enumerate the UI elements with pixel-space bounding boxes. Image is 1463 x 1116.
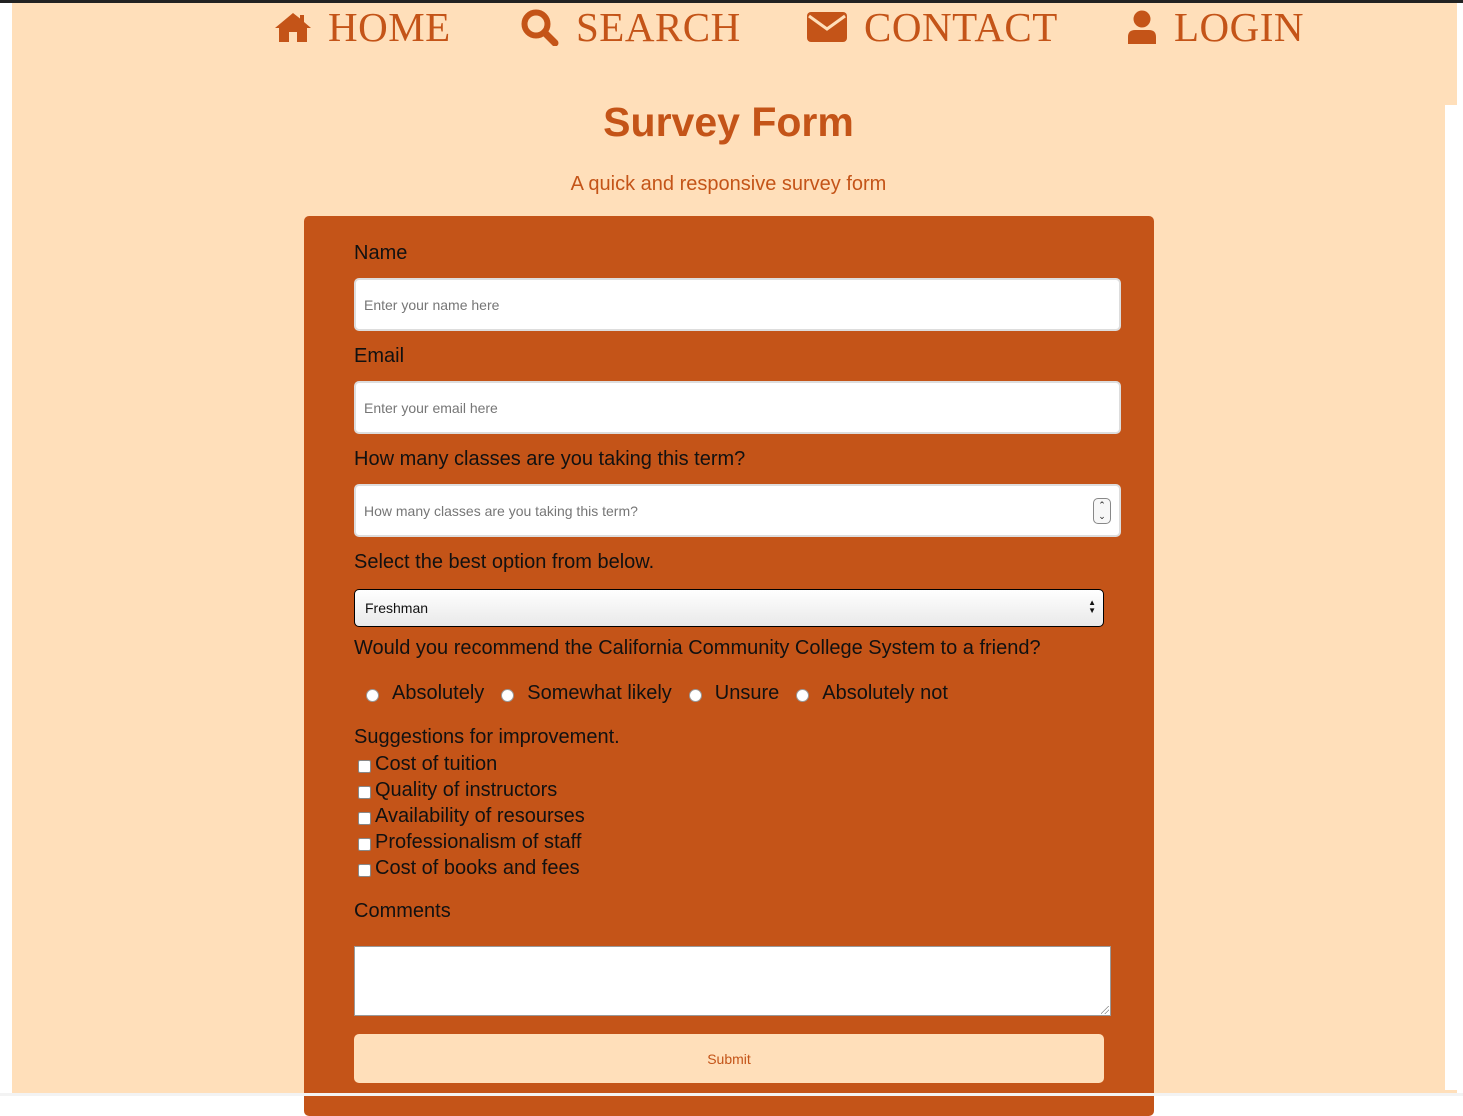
radio-label-absolutely: Absolutely [392,681,485,704]
classes-label: How many classes are you taking this ter… [354,448,746,470]
check-item: Cost of tuition [358,751,585,777]
check-label: Cost of tuition [375,752,498,775]
recommend-radio-group: Absolutely Somewhat likely Unsure Absolu… [366,681,948,705]
select-value: Freshman [365,600,429,616]
radio-label-absolutely-not: Absolutely not [822,681,948,704]
number-stepper[interactable]: ⌃ ⌄ [1093,498,1111,524]
nav-contact-link[interactable]: CONTACT [806,4,1058,50]
check-item: Quality of instructors [358,777,585,803]
search-icon [521,9,559,46]
checkbox-availability-of-resources[interactable] [358,811,371,825]
check-item: Availability of resourses [358,803,585,829]
radio-unsure[interactable] [688,688,702,702]
radio-label-unsure: Unsure [714,681,780,704]
page-subtitle: A quick and responsive survey form [570,173,887,195]
nav-search-label: SEARCH [576,4,741,50]
stepper-up-icon[interactable]: ⌃ [1098,500,1106,511]
check-label: Professionalism of staff [375,830,582,853]
resize-grip-icon[interactable] [1101,1006,1109,1014]
checkbox-professionalism-of-staff[interactable] [358,837,371,851]
home-icon [275,13,311,42]
suggestions-checkbox-group: Cost of tuition Quality of instructors A… [358,751,585,881]
name-label: Name [354,242,408,264]
check-item: Professionalism of staff [358,829,585,855]
classes-number-input[interactable]: How many classes are you taking this ter… [354,484,1121,537]
comments-label: Comments [354,900,451,922]
nav-login-link[interactable]: LOGIN [1126,4,1305,50]
stepper-down-icon[interactable]: ⌄ [1098,511,1106,522]
recommend-label: Would you recommend the California Commu… [354,637,1041,659]
check-label: Quality of instructors [375,778,558,801]
radio-absolutely[interactable] [366,688,379,702]
check-item: Cost of books and fees [358,855,585,881]
select-arrows-icon: ▲ ▼ [1088,598,1096,615]
email-label: Email [354,345,405,367]
name-input[interactable]: Enter your name here [354,278,1121,331]
page-background: HOME SEARCH CONTACT LOGIN Survey Form A … [12,3,1457,1116]
scrollbar-gutter [1445,105,1457,1090]
select-label: Select the best option from below. [354,551,655,573]
email-input[interactable]: Enter your email here [354,381,1121,434]
comments-textarea[interactable] [354,946,1111,1016]
radio-somewhat-likely[interactable] [501,688,515,702]
envelope-icon [807,12,847,42]
user-icon [1128,10,1156,44]
nav-search-link[interactable]: SEARCH [520,4,741,50]
suggestions-label: Suggestions for improvement. [354,726,620,748]
nav-contact-label: CONTACT [864,4,1058,50]
check-label: Availability of resourses [375,804,585,827]
classes-placeholder: How many classes are you taking this ter… [364,502,638,519]
top-navigation: HOME SEARCH CONTACT LOGIN [12,3,1457,53]
checkbox-cost-of-tuition[interactable] [358,759,371,773]
survey-form: Name Enter your name here Email Enter yo… [304,216,1154,1116]
submit-button[interactable]: Submit [354,1034,1104,1083]
checkbox-quality-of-instructors[interactable] [358,785,371,799]
nav-home-link[interactable]: HOME [274,4,451,50]
year-select[interactable]: Freshman ▲ ▼ [354,589,1104,627]
check-label: Cost of books and fees [375,856,580,879]
radio-absolutely-not[interactable] [796,688,810,702]
checkbox-cost-of-books[interactable] [358,863,371,877]
nav-home-label: HOME [328,4,451,50]
nav-login-label: LOGIN [1174,4,1305,50]
page-title: Survey Form [603,99,854,145]
radio-label-somewhat-likely: Somewhat likely [527,681,672,704]
